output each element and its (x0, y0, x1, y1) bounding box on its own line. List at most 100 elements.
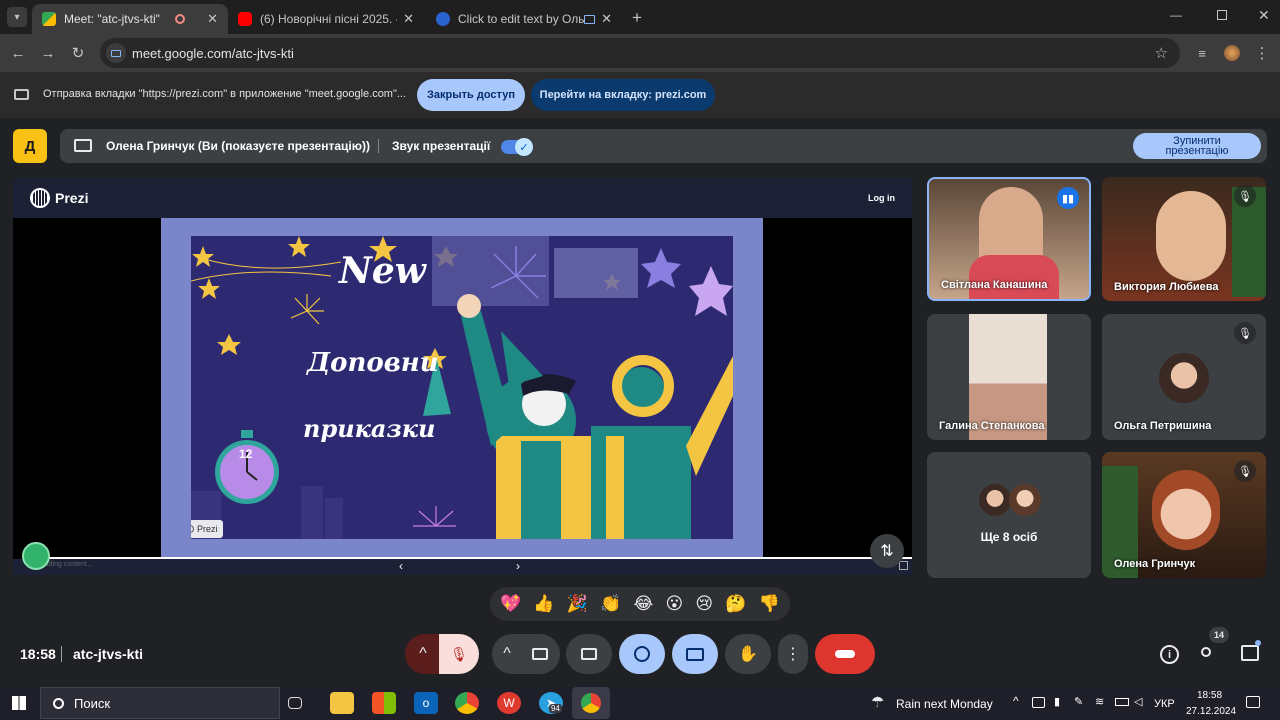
video-options-button[interactable]: ^ (492, 634, 522, 674)
taskbar-search-box[interactable]: Поиск (40, 687, 280, 719)
fullscreen-icon[interactable] (899, 561, 908, 570)
media-controls-icon[interactable]: ≡ (1190, 41, 1214, 65)
tab-close-icon[interactable]: ✕ (595, 11, 612, 27)
info-icon[interactable]: i (1160, 645, 1179, 664)
reactions-button[interactable] (619, 634, 665, 674)
store-icon[interactable] (372, 692, 396, 714)
chrome-icon[interactable] (455, 692, 479, 714)
tab-youtube-title: (6) Новорічні пісні 2025. - You (260, 12, 397, 26)
stop-sharing-button[interactable]: Закрыть доступ (417, 79, 525, 111)
chrome-active-icon[interactable] (572, 687, 610, 719)
tab-prezi-title: Click to edit text by Ольга (458, 12, 584, 26)
next-slide-button[interactable]: › (516, 559, 520, 573)
more-participants-tile[interactable]: Ще 8 осіб (927, 452, 1091, 578)
participant-tile[interactable]: 🎙 Олена Гринчук (1102, 452, 1266, 578)
tab-youtube[interactable]: (6) Новорічні пісні 2025. - You ✕ (228, 4, 424, 34)
stop-presenting-button[interactable]: Зупинити презентацію (1133, 133, 1261, 159)
language-indicator[interactable]: УКР (1154, 698, 1175, 710)
tray-pen-icon[interactable]: ✎ (1074, 695, 1083, 708)
presenting-bar: Олена Гринчук (Ви (показуєте презентацію… (60, 129, 1267, 163)
tray-mic-icon[interactable]: ▮ (1054, 695, 1060, 708)
wps-icon[interactable]: W (497, 692, 521, 714)
address-bar[interactable]: meet.google.com/atc-jtvs-kti ☆ (100, 38, 1180, 68)
reaction-sparkling-heart[interactable]: 💖 (500, 594, 521, 614)
emoji-icon (634, 646, 650, 662)
participant-tile[interactable]: 🎙 Виктория Любиева (1102, 177, 1266, 301)
meet-favicon-icon (42, 12, 56, 26)
maximize-button[interactable] (1217, 10, 1227, 20)
tab-search-button[interactable]: ▾ (7, 7, 27, 27)
reaction-sad[interactable]: 😢 (695, 594, 713, 614)
clock-date[interactable]: 27.12.2024 (1186, 706, 1236, 717)
reaction-thumbs-down[interactable]: 👎 (759, 594, 780, 614)
tray-chevron-icon[interactable]: ^ (1013, 694, 1019, 708)
reaction-surprised[interactable]: 😮 (666, 594, 684, 614)
reaction-laughing[interactable]: 😂 (633, 594, 653, 614)
swap-view-button[interactable]: ⇅ (870, 534, 904, 568)
minimize-button[interactable]: — (1170, 8, 1182, 22)
meet-logo: Д (13, 129, 47, 163)
participant-tile[interactable]: ▮▮ Світлана Канашина (927, 177, 1091, 301)
file-explorer-icon[interactable] (330, 692, 354, 714)
tab-meet[interactable]: Meet: "atc-jtvs-kti" ✕ (32, 4, 228, 34)
prezi-watermark[interactable]: Prezi (191, 520, 223, 538)
new-tab-button[interactable]: + (632, 8, 642, 28)
raise-hand-button[interactable]: ✋ (725, 634, 771, 674)
site-info-icon[interactable] (106, 43, 126, 63)
reaction-thinking[interactable]: 🤔 (725, 594, 746, 614)
reload-icon[interactable]: ↻ (66, 41, 90, 65)
outlook-icon[interactable]: o (414, 692, 438, 714)
tab-close-icon[interactable]: ✕ (201, 11, 218, 27)
weather-text[interactable]: Rain next Monday (896, 697, 993, 711)
camera-icon (532, 648, 548, 660)
meeting-time: 18:58 (20, 646, 56, 662)
go-to-tab-button[interactable]: Перейти на вкладку: prezi.com (531, 79, 715, 111)
captions-button[interactable] (566, 634, 612, 674)
youtube-favicon-icon (238, 12, 252, 26)
browser-menu-icon[interactable]: ⋮ (1250, 41, 1274, 65)
camera-button[interactable] (520, 634, 560, 674)
close-window-button[interactable]: ✕ (1258, 7, 1270, 24)
profile-avatar[interactable] (1220, 41, 1244, 65)
bookmark-star-icon[interactable]: ☆ (1155, 44, 1168, 62)
prezi-login-link[interactable]: Log in (868, 193, 895, 203)
presenting-label: Олена Гринчук (Ви (показуєте презентацію… (106, 139, 370, 153)
chat-icon[interactable] (1241, 645, 1259, 661)
leave-call-button[interactable] (815, 634, 875, 674)
tab-share-banner: Отправка вкладки "https://prezi.com" в п… (0, 72, 1280, 118)
volume-icon[interactable]: ◁ (1134, 695, 1142, 708)
more-options-button[interactable]: ⋮ (778, 634, 808, 674)
reaction-clapping[interactable]: 👏 (600, 594, 621, 614)
divider (378, 139, 379, 153)
tray-icon[interactable] (1032, 697, 1045, 708)
activities-icon[interactable] (22, 542, 50, 570)
weather-icon: ☂ (871, 694, 885, 711)
participant-tile[interactable]: Галина Степанкова (927, 314, 1091, 440)
audio-options-button[interactable]: ^ (405, 634, 441, 674)
cast-icon (583, 14, 596, 24)
notifications-icon[interactable] (1246, 696, 1260, 708)
forward-arrow-icon[interactable]: → (36, 41, 60, 65)
wifi-icon[interactable]: ≋ (1095, 695, 1104, 708)
present-button[interactable] (672, 634, 718, 674)
sound-toggle[interactable]: ✓ (501, 138, 533, 156)
task-view-icon[interactable] (288, 697, 302, 709)
captions-icon (581, 648, 597, 660)
reaction-party-popper[interactable]: 🎉 (567, 594, 588, 614)
participant-tile[interactable]: 🎙 Ольга Петришина (1102, 314, 1266, 440)
clock-time[interactable]: 18:58 (1197, 690, 1222, 701)
prev-slide-button[interactable]: ‹ (399, 559, 403, 573)
prezi-watermark-icon (191, 525, 194, 533)
windows-start-icon[interactable] (12, 696, 26, 710)
people-button[interactable]: 14 (1199, 627, 1230, 665)
mic-off-button[interactable]: 🎙 (439, 634, 479, 674)
prezi-brand: Prezi (55, 190, 89, 206)
back-arrow-icon[interactable]: ← (6, 41, 30, 65)
tab-close-icon[interactable]: ✕ (397, 11, 414, 27)
present-icon (686, 647, 704, 661)
prezi-bottom-bar: Loading content... ‹ › (13, 559, 912, 575)
battery-icon[interactable] (1115, 698, 1129, 706)
people-icon (1201, 647, 1211, 657)
tab-prezi[interactable]: Click to edit text by Ольга ✕ (426, 4, 622, 34)
reaction-thumbs-up[interactable]: 👍 (533, 594, 554, 614)
